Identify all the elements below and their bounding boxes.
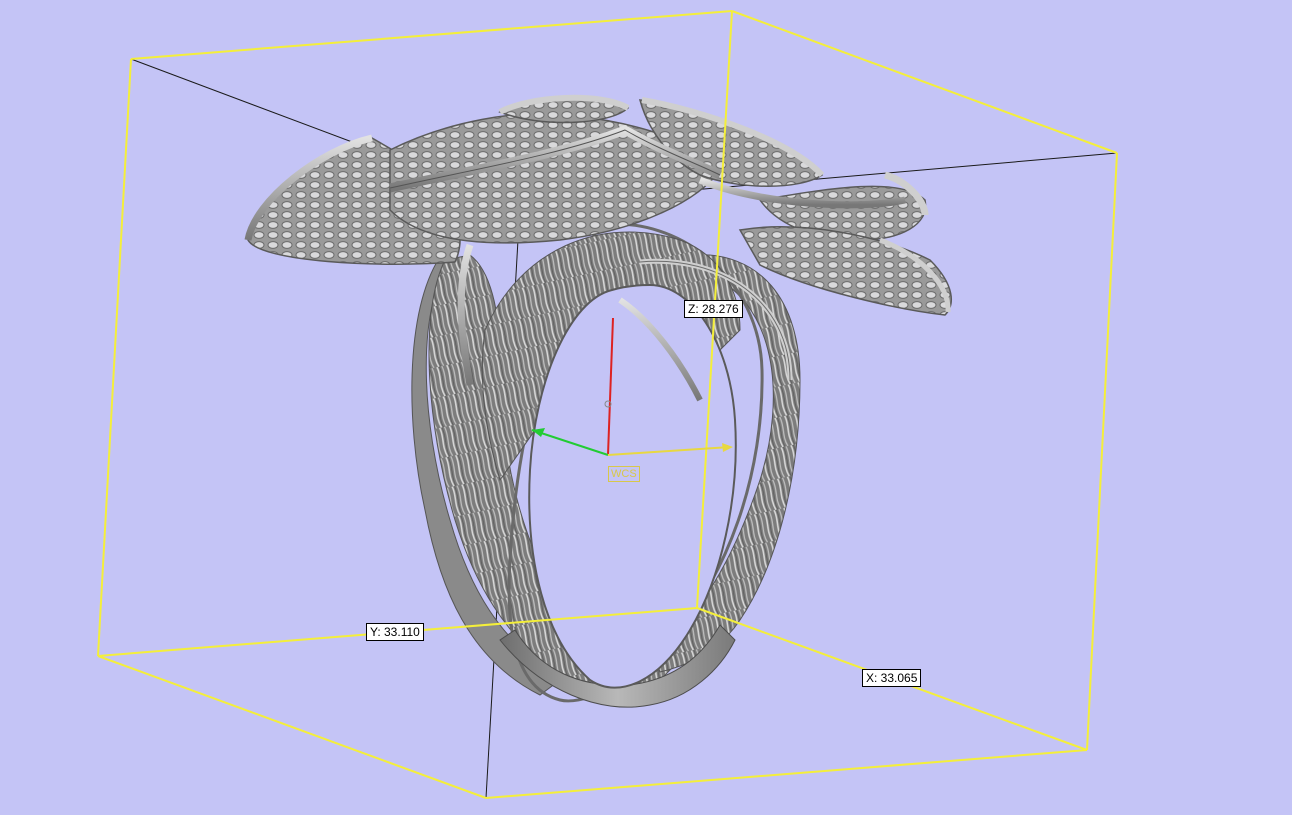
- z-dimension-label: Z: 28.276: [684, 300, 743, 318]
- scene-canvas[interactable]: [0, 0, 1292, 815]
- wcs-label: WCS: [608, 466, 640, 482]
- y-dimension-label: Y: 33.110: [366, 623, 424, 641]
- 3d-viewport[interactable]: Z: 28.276 Y: 33.110 X: 33.065 WCS: [0, 0, 1292, 815]
- x-dimension-label: X: 33.065: [862, 669, 922, 687]
